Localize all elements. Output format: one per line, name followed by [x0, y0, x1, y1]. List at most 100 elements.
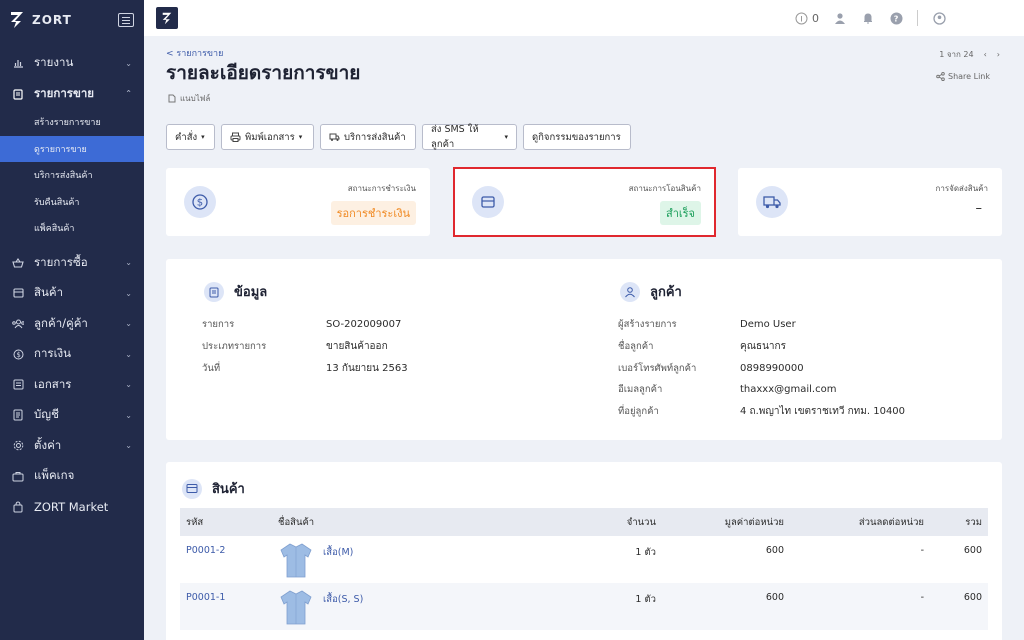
truck-icon [329, 133, 340, 141]
clipboard-icon [12, 88, 24, 100]
bell-icon[interactable] [861, 11, 875, 25]
shipping-service-button[interactable]: บริการส่งสินค้า [320, 124, 416, 150]
sidebar-item-label: ZORT Market [34, 499, 109, 514]
field-label: วันที่ [202, 362, 221, 374]
info-circle-icon [795, 12, 808, 24]
print-label: พิมพ์เอกสาร [245, 131, 295, 143]
shipping-label: บริการส่งสินค้า [344, 131, 406, 143]
column-header-code: รหัส [180, 508, 272, 536]
products-table: รหัส ชื่อสินค้า จำนวน มูลค่าต่อหน่วย ส่ว… [180, 508, 988, 630]
view-activity-button[interactable]: ดูกิจกรรมของรายการ [523, 124, 631, 150]
sidebar-item-label: เอกสาร [34, 376, 72, 391]
svg-text:$: $ [16, 351, 20, 359]
shopping-bag-icon [12, 501, 24, 513]
share-link-button[interactable]: Share Link [936, 72, 990, 81]
product-name-link[interactable]: เสื้อ(S, S) [323, 594, 363, 605]
sidebar-item-label: บัญชี [34, 407, 59, 422]
payment-status-badge: รอการชำระเงิน [330, 201, 416, 225]
zort-logo-icon[interactable] [10, 11, 24, 29]
account-icon[interactable] [932, 11, 946, 25]
basket-icon [12, 257, 24, 269]
product-discount: - [920, 545, 924, 556]
app-logo-icon[interactable] [156, 7, 178, 29]
sidebar-item-purchases[interactable]: รายการซื้อ ⌄ [0, 248, 144, 279]
page-title: รายละเอียดรายการขาย [166, 62, 361, 84]
sidebar-item-finance[interactable]: $ การเงิน ⌄ [0, 339, 144, 370]
customer-row: อีเมลลูกค้า thaxxx@gmail.com [618, 379, 905, 401]
dollar-icon: $ [12, 348, 24, 360]
sidebar-item-accounting[interactable]: บัญชี ⌄ [0, 400, 144, 431]
chevron-down-icon: ▾ [298, 133, 303, 141]
delivery-status-label: การจัดส่งสินค้า [935, 184, 989, 193]
chevron-left-icon[interactable]: ‹ [984, 50, 987, 59]
sidebar-item-label: สินค้า [34, 285, 64, 300]
products-section-header: สินค้า [182, 478, 245, 499]
counter-value: 0 [812, 11, 819, 25]
sidebar-item-zort-market[interactable]: ZORT Market [0, 492, 144, 523]
customer-row: เบอร์โทรศัพท์ลูกค้า 0898990000 [618, 357, 905, 379]
table-row: P0001-1 เสื้อ(S, S) 1 ตัว 600 - 600 [180, 583, 988, 630]
sidebar-item-settings[interactable]: ตั้งค่า ⌄ [0, 431, 144, 462]
notification-counter[interactable]: 0 [795, 12, 819, 25]
sidebar-item-sales[interactable]: รายการขาย ⌃ [0, 79, 144, 110]
field-value: SO-202009007 [326, 319, 402, 331]
field-value: thaxxx@gmail.com [740, 384, 837, 396]
sidebar-item-documents[interactable]: เอกสาร ⌄ [0, 370, 144, 401]
sidebar-item-report[interactable]: รายงาน ⌄ [0, 48, 144, 79]
customer-name-link[interactable]: คุณธนากร [740, 339, 786, 354]
sidebar-item-products[interactable]: สินค้า ⌄ [0, 278, 144, 309]
user-icon[interactable] [833, 11, 847, 25]
sidebar-item-label: แพ็คเกจ [34, 468, 75, 483]
chevron-right-icon[interactable]: › [997, 50, 1000, 59]
command-dropdown-button[interactable]: คำสั่ง ▾ [166, 124, 215, 150]
sidebar-subitem-view-sales[interactable]: ดูรายการขาย [0, 135, 144, 162]
send-sms-button[interactable]: ส่ง SMS ให้ลูกค้า ▾ [422, 124, 517, 150]
sidebar-item-label: รายการซื้อ [34, 254, 88, 269]
share-link-label: Share Link [947, 72, 990, 81]
customer-section-header: ลูกค้า [620, 281, 682, 302]
field-label: เบอร์โทรศัพท์ลูกค้า [618, 362, 697, 374]
sidebar-item-package[interactable]: แพ็คเกจ [0, 461, 144, 492]
info-section-header: ข้อมูล [204, 281, 267, 302]
sidebar-item-customers[interactable]: ลูกค้า/คู่ค้า ⌄ [0, 309, 144, 340]
chevron-down-icon: ▾ [504, 133, 508, 141]
column-header-unit-price: มูลค่าต่อหน่วย [662, 508, 790, 536]
pager: 1 จาก 24 ‹ › [939, 48, 1000, 61]
sidebar-subitem-packing[interactable]: แพ็คสินค้า [0, 215, 144, 242]
sidebar-item-label: ตั้งค่า [34, 437, 62, 452]
info-row: รายการ SO-202009007 [202, 314, 408, 336]
top-icons: 0 ? [795, 10, 946, 26]
sidebar-subitem-create-sale[interactable]: สร้างรายการขาย [0, 109, 144, 136]
package-icon [12, 470, 24, 482]
chevron-down-icon: ⌄ [125, 58, 132, 68]
product-unit-price: 600 [662, 583, 790, 630]
payment-status-label: สถานะการชำระเงิน [347, 184, 416, 193]
chevron-up-icon: ⌃ [125, 89, 132, 99]
document-icon [12, 379, 24, 391]
product-name-link[interactable]: เสื้อ(M) [323, 547, 353, 558]
chevron-down-icon: ⌄ [125, 441, 132, 451]
product-code-link[interactable]: P0001-1 [180, 583, 272, 630]
sidebar-subitem-returns[interactable]: รับคืนสินค้า [0, 189, 144, 216]
product-total: 600 [930, 583, 988, 630]
customer-section-title: ลูกค้า [650, 285, 682, 300]
sidebar-item-label: รายงาน [34, 55, 74, 70]
field-value: Demo User [740, 319, 796, 331]
attach-file-link[interactable]: แนบไฟล์ [168, 92, 210, 105]
print-document-button[interactable]: พิมพ์เอกสาร ▾ [221, 124, 314, 150]
share-icon [936, 72, 945, 81]
customer-row: ชื่อลูกค้า คุณธนากร [618, 336, 905, 358]
product-code-link[interactable]: P0001-2 [180, 536, 272, 583]
menu-toggle-icon[interactable] [118, 13, 134, 27]
bar-chart-icon [12, 57, 24, 69]
order-info-card: ข้อมูล รายการ SO-202009007 ประเภทรายการ ขา… [166, 259, 1002, 440]
sidebar-subitem-shipping-service[interactable]: บริการส่งสินค้า [0, 162, 144, 189]
product-qty: 1 ตัว [542, 583, 662, 630]
topbar: 0 ? [144, 0, 1024, 36]
column-header-discount: ส่วนลดต่อหน่วย [790, 508, 930, 536]
attach-file-label: แนบไฟล์ [180, 94, 211, 103]
payment-status-card: $ สถานะการชำระเงิน รอการชำระเงิน [166, 168, 430, 236]
chevron-down-icon: ⌄ [125, 319, 132, 329]
help-icon[interactable]: ? [889, 11, 903, 25]
chevron-down-icon: ⌄ [125, 410, 132, 420]
